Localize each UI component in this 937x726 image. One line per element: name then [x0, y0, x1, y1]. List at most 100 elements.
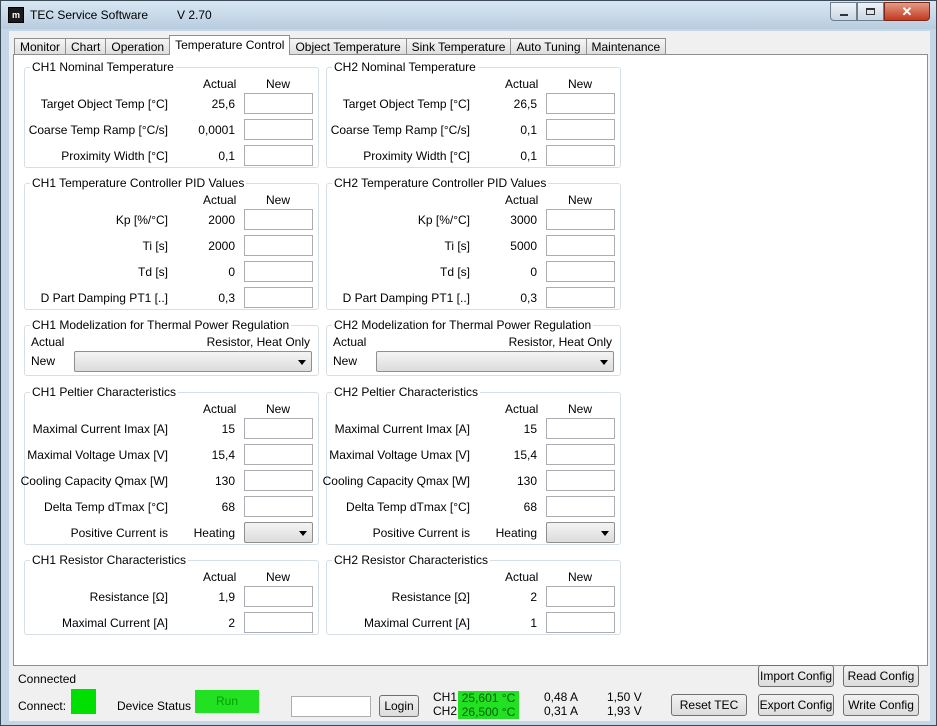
new-kp-input[interactable]	[546, 209, 615, 230]
row-label: Resistance [Ω]	[89, 590, 168, 604]
title-bar: m TEC Service Software V 2.70 ✕	[1, 1, 936, 29]
ch2-label: CH2	[433, 704, 458, 718]
group-title: CH2 Nominal Temperature	[332, 60, 478, 74]
tab-chart[interactable]: Chart	[65, 38, 107, 55]
actual-value: 0	[530, 265, 537, 279]
ch1-modelization-select[interactable]	[74, 351, 312, 372]
export-config-button[interactable]: Export Config	[758, 694, 834, 716]
actual-label: Actual	[31, 335, 65, 349]
ch2-current: 0,31 A	[544, 704, 579, 718]
connect-label: Connect:	[18, 699, 67, 713]
import-config-button[interactable]: Import Config	[758, 665, 834, 687]
actual-value: 5000	[510, 239, 537, 253]
tab-operation[interactable]: Operation	[105, 38, 171, 55]
new-max-voltage-input[interactable]	[546, 444, 615, 465]
window-title: TEC Service Software	[30, 8, 149, 22]
row-label: Maximal Voltage Umax [V]	[27, 448, 168, 462]
new-resistance-input[interactable]	[244, 586, 313, 607]
new-coarse-temp-ramp-input[interactable]	[546, 119, 615, 140]
new-max-current-input[interactable]	[546, 418, 615, 439]
new-resistor-max-current-input[interactable]	[244, 612, 313, 633]
row-label: Maximal Current [A]	[61, 616, 168, 630]
new-header: New	[266, 193, 291, 207]
connection-indicator[interactable]	[71, 689, 96, 714]
tab-object-temperature[interactable]: Object Temperature	[289, 38, 407, 55]
new-ti-input[interactable]	[244, 235, 313, 256]
ch2-modelization-group: CH2 Modelization for Thermal Power Regul…	[326, 318, 621, 376]
write-config-button[interactable]: Write Config	[843, 694, 919, 716]
actual-value: 0,1	[520, 123, 537, 137]
row-label: Maximal Current [A]	[363, 616, 470, 630]
new-delta-temp-input[interactable]	[244, 496, 313, 517]
device-status-label: Device Status	[117, 699, 192, 713]
ch1-pid-group: CH1 Temperature Controller PID Values Ac…	[24, 176, 319, 310]
ch1-temperature: 25,601 °C	[458, 691, 519, 705]
ch2-temperature: 26,500 °C	[458, 705, 519, 719]
tab-maintenance[interactable]: Maintenance	[585, 38, 667, 55]
row-label: D Part Damping PT1 [..]	[342, 291, 470, 305]
new-d-part-damping-input[interactable]	[546, 287, 615, 308]
new-kp-input[interactable]	[244, 209, 313, 230]
new-header: New	[568, 570, 593, 584]
row-label: Positive Current is	[372, 526, 470, 540]
actual-value: 15,4	[211, 448, 235, 462]
maximize-button[interactable]	[857, 2, 884, 21]
actual-value: 15,4	[513, 448, 537, 462]
actual-value: 1,9	[218, 590, 235, 604]
new-cooling-capacity-input[interactable]	[244, 470, 313, 491]
tab-sink-temperature[interactable]: Sink Temperature	[405, 38, 512, 55]
close-button[interactable]: ✕	[884, 2, 930, 21]
new-target-object-temp-input[interactable]	[244, 93, 313, 114]
row-label: Maximal Voltage Umax [V]	[329, 448, 470, 462]
new-label: New	[31, 354, 56, 368]
ch2-modelization-select[interactable]	[376, 351, 614, 372]
new-coarse-temp-ramp-input[interactable]	[244, 119, 313, 140]
row-label: Td [s]	[439, 265, 470, 279]
minimize-button[interactable]	[830, 2, 857, 21]
tab-auto-tuning[interactable]: Auto Tuning	[510, 38, 587, 55]
row-label: Cooling Capacity Qmax [W]	[322, 474, 470, 488]
tab-monitor[interactable]: Monitor	[14, 38, 67, 55]
ch2-resistor-group: CH2 Resistor Characteristics Actual New …	[326, 553, 621, 635]
password-input[interactable]	[291, 696, 371, 717]
row-label: Delta Temp dTmax [°C]	[44, 500, 168, 514]
new-proximity-width-input[interactable]	[546, 145, 615, 166]
read-config-button[interactable]: Read Config	[843, 665, 919, 687]
login-button[interactable]: Login	[379, 695, 419, 717]
ch2-voltage: 1,93 V	[607, 704, 642, 718]
new-ti-input[interactable]	[546, 235, 615, 256]
actual-value: 0	[228, 265, 235, 279]
ch1-positive-current-select[interactable]	[244, 522, 313, 543]
new-proximity-width-input[interactable]	[244, 145, 313, 166]
client-area: Monitor Chart Operation Temperature Cont…	[9, 31, 930, 721]
row-label: Coarse Temp Ramp [°C/s]	[28, 123, 168, 137]
ch2-positive-current-select[interactable]	[546, 522, 615, 543]
new-max-current-input[interactable]	[244, 418, 313, 439]
new-target-object-temp-input[interactable]	[546, 93, 615, 114]
new-resistor-max-current-input[interactable]	[546, 612, 615, 633]
new-delta-temp-input[interactable]	[546, 496, 615, 517]
new-td-input[interactable]	[546, 261, 615, 282]
new-td-input[interactable]	[244, 261, 313, 282]
group-title: CH1 Resistor Characteristics	[30, 553, 189, 567]
new-cooling-capacity-input[interactable]	[546, 470, 615, 491]
actual-value: Resistor, Heat Only	[206, 335, 310, 349]
actual-value: 2	[530, 590, 537, 604]
actual-value: 2000	[208, 213, 235, 227]
new-d-part-damping-input[interactable]	[244, 287, 313, 308]
tab-temperature-control[interactable]: Temperature Control	[169, 35, 291, 55]
actual-header: Actual	[203, 77, 237, 91]
new-resistance-input[interactable]	[546, 586, 615, 607]
actual-value: Heating	[495, 526, 537, 540]
close-icon: ✕	[901, 3, 913, 19]
group-title: CH1 Temperature Controller PID Values	[30, 176, 247, 190]
actual-label: Actual	[333, 335, 367, 349]
actual-header: Actual	[505, 193, 539, 207]
window-version: V 2.70	[177, 8, 212, 22]
reset-tec-button[interactable]: Reset TEC	[671, 694, 747, 716]
actual-value: 0,1	[520, 149, 537, 163]
row-label: Target Object Temp [°C]	[40, 97, 168, 111]
row-label: Ti [s]	[142, 239, 168, 253]
new-max-voltage-input[interactable]	[244, 444, 313, 465]
row-label: Kp [%/°C]	[417, 213, 470, 227]
